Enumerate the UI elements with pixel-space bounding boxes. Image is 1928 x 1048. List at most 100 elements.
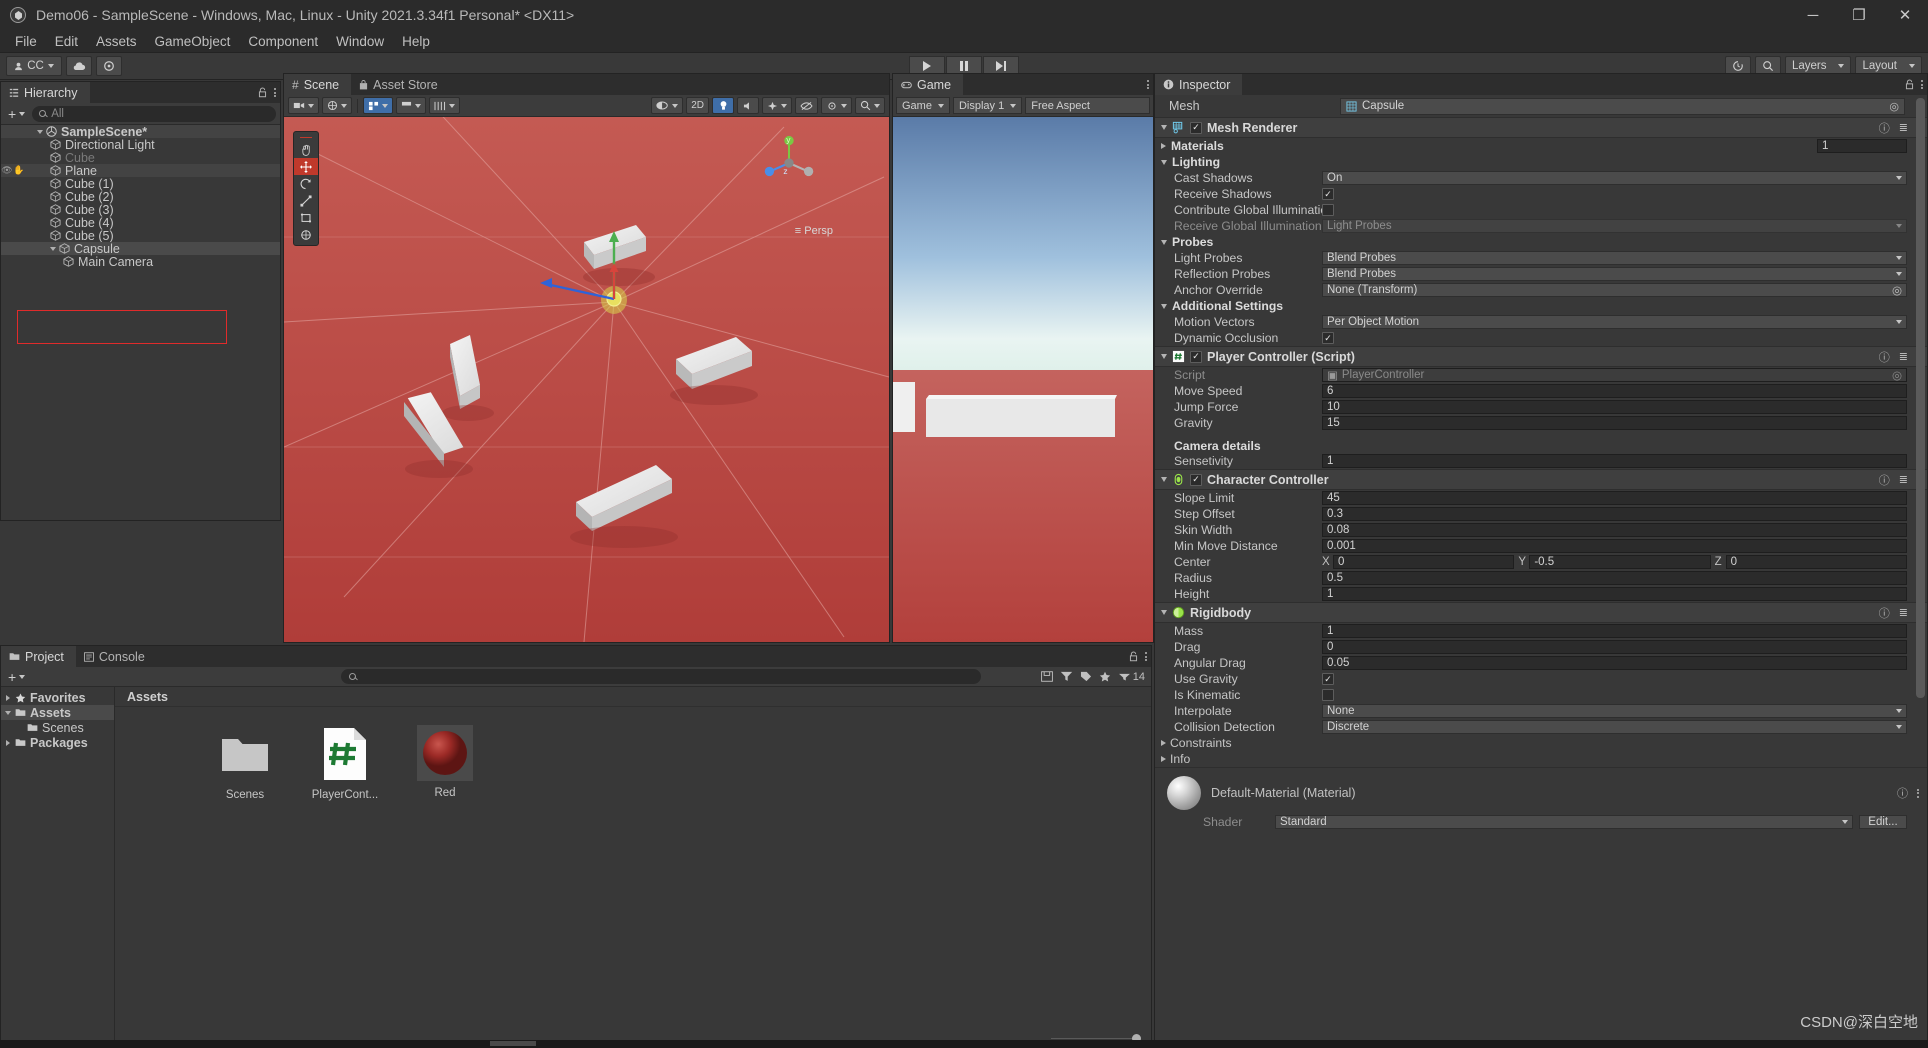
- inspector-group-lighting[interactable]: Lighting: [1155, 154, 1927, 170]
- inspector-row-radius[interactable]: Radius 0.5: [1155, 570, 1927, 586]
- preset-icon[interactable]: ≣: [1899, 473, 1908, 486]
- checkbox[interactable]: ✓: [1322, 332, 1334, 344]
- property-value[interactable]: 1: [1322, 624, 1907, 638]
- foldout-arrow-icon[interactable]: [1161, 143, 1166, 149]
- hierarchy-item-cube-5[interactable]: Cube (5): [1, 229, 280, 243]
- property-value[interactable]: Blend Probes: [1322, 251, 1907, 265]
- checkbox[interactable]: ✓: [1322, 673, 1334, 685]
- checkbox[interactable]: ✓: [1322, 689, 1334, 701]
- menu-edit[interactable]: Edit: [46, 32, 87, 51]
- tab-game[interactable]: Game: [893, 74, 964, 95]
- scale-tool-button[interactable]: [294, 192, 318, 209]
- account-button[interactable]: CC: [6, 56, 62, 76]
- property-value[interactable]: 0.3: [1322, 507, 1907, 521]
- tab-console[interactable]: Console: [75, 646, 157, 667]
- property-value[interactable]: ✓: [1322, 672, 1907, 686]
- tab-hierarchy[interactable]: Hierarchy: [1, 82, 90, 103]
- preset-icon[interactable]: ≣: [1899, 350, 1908, 363]
- property-value[interactable]: On: [1322, 171, 1907, 185]
- scene-gizmos-dropdown[interactable]: [821, 97, 852, 114]
- inspector-row-use-gravity[interactable]: Use Gravity ✓: [1155, 671, 1927, 687]
- maximize-button[interactable]: ❐: [1836, 0, 1882, 30]
- chevron-down-icon[interactable]: [37, 129, 43, 134]
- foldout-arrow-icon[interactable]: [1161, 756, 1166, 762]
- property-value[interactable]: 15: [1322, 416, 1907, 430]
- inspector-row-drag[interactable]: Drag 0: [1155, 639, 1927, 655]
- preset-icon[interactable]: ≣: [1899, 606, 1908, 619]
- scene-lighting-button[interactable]: [322, 97, 352, 114]
- tools-handle[interactable]: [294, 134, 318, 141]
- inspector-row-move-speed[interactable]: Move Speed 6: [1155, 383, 1927, 399]
- inspector-row-receive-global-illumination[interactable]: Receive Global Illumination Light Probes: [1155, 218, 1927, 234]
- vector-component[interactable]: Z0: [1715, 555, 1907, 569]
- tab-project[interactable]: Project: [1, 646, 76, 667]
- component-header-mesh-renderer[interactable]: ✓ Mesh Renderer ⓘ ≣: [1155, 117, 1927, 138]
- settings-button[interactable]: [96, 56, 122, 76]
- scrollbar-thumb[interactable]: [1916, 98, 1925, 698]
- scene-viewport[interactable]: z y ≡ Persp: [284, 117, 889, 642]
- component-header-player-controller-script[interactable]: ✓ Player Controller (Script) ⓘ ≣: [1155, 346, 1927, 367]
- inspector-menu-icon[interactable]: [1921, 80, 1923, 89]
- save-search-icon[interactable]: [1040, 671, 1053, 682]
- minimize-button[interactable]: ─: [1790, 0, 1836, 30]
- object-picker-icon[interactable]: ◎: [1889, 100, 1899, 113]
- project-tree-item-scenes[interactable]: Scenes: [1, 720, 114, 735]
- shader-dropdown[interactable]: Standard: [1275, 815, 1853, 829]
- asset-item-red-material[interactable]: Red: [409, 725, 481, 801]
- hierarchy-item-cube[interactable]: Cube: [1, 151, 280, 165]
- menu-assets[interactable]: Assets: [87, 32, 146, 51]
- inspector-row-collision-detection[interactable]: Collision Detection Discrete: [1155, 719, 1927, 735]
- checkbox[interactable]: ✓: [1322, 204, 1334, 216]
- foldout-arrow-icon[interactable]: [1161, 477, 1167, 482]
- menu-help[interactable]: Help: [393, 32, 439, 51]
- visibility-toggle-icon[interactable]: 👁: [1, 165, 13, 176]
- cloud-button[interactable]: [66, 56, 92, 76]
- tab-asset-store[interactable]: Asset Store: [351, 74, 450, 95]
- inspector-row-step-offset[interactable]: Step Offset 0.3: [1155, 506, 1927, 522]
- expand-arrow-icon[interactable]: [4, 694, 15, 701]
- game-display-dropdown[interactable]: Display 1: [952, 97, 1023, 114]
- material-header[interactable]: Default-Material (Material) ⓘ: [1155, 776, 1927, 810]
- inspector-group-additional-settings[interactable]: Additional Settings: [1155, 298, 1927, 314]
- component-enable-checkbox[interactable]: ✓: [1190, 121, 1202, 134]
- game-aspect-dropdown[interactable]: Free Aspect: [1025, 97, 1150, 114]
- tab-scene[interactable]: # Scene: [284, 74, 352, 95]
- inspector-row-contribute-global-illumination[interactable]: Contribute Global Illumination✓: [1155, 202, 1927, 218]
- scene-shading-dropdown[interactable]: [651, 97, 684, 114]
- rotate-tool-button[interactable]: [294, 175, 318, 192]
- chevron-down-icon[interactable]: [50, 246, 56, 251]
- inspector-row-dynamic-occlusion[interactable]: Dynamic Occlusion ✓: [1155, 330, 1927, 346]
- vector-value[interactable]: -0.5: [1529, 555, 1711, 569]
- inspector-row-min-move-distance[interactable]: Min Move Distance 0.001: [1155, 538, 1927, 554]
- scene-camera-button[interactable]: [288, 97, 319, 114]
- inspector-row-constraints[interactable]: Constraints: [1155, 735, 1927, 751]
- project-create-button[interactable]: +: [5, 669, 28, 685]
- hierarchy-item-cube-1[interactable]: Cube (1): [1, 177, 280, 191]
- property-value[interactable]: ✓: [1322, 331, 1907, 345]
- vector-value[interactable]: 0: [1725, 555, 1907, 569]
- scene-tool-pivot-button[interactable]: [363, 97, 393, 114]
- inspector-row-reflection-probes[interactable]: Reflection Probes Blend Probes: [1155, 266, 1927, 282]
- menu-file[interactable]: File: [6, 32, 46, 51]
- property-value[interactable]: ✓: [1322, 203, 1907, 217]
- vector-component[interactable]: X0: [1322, 555, 1515, 569]
- create-object-button[interactable]: +: [5, 106, 28, 122]
- inspector-row-is-kinematic[interactable]: Is Kinematic ✓: [1155, 687, 1927, 703]
- hierarchy-menu-icon[interactable]: [274, 88, 276, 97]
- project-tree-item-packages[interactable]: Packages: [1, 735, 114, 750]
- hierarchy-item-samplescene[interactable]: SampleScene*: [1, 125, 280, 139]
- foldout-arrow-icon[interactable]: [1161, 740, 1166, 746]
- property-value[interactable]: 1: [1817, 139, 1907, 153]
- inspector-group-probes[interactable]: Probes: [1155, 234, 1927, 250]
- scene-hidden-toggle[interactable]: [795, 97, 818, 114]
- property-value[interactable]: 6: [1322, 384, 1907, 398]
- foldout-arrow-icon[interactable]: [1161, 125, 1167, 130]
- scene-tool-center-button[interactable]: [396, 97, 426, 114]
- inspector-row-receive-shadows[interactable]: Receive Shadows ✓: [1155, 186, 1927, 202]
- scene-projection-label[interactable]: ≡ Persp: [795, 225, 833, 237]
- scene-2d-toggle[interactable]: 2D: [686, 97, 709, 114]
- property-value[interactable]: 1: [1322, 587, 1907, 601]
- tab-inspector[interactable]: Inspector: [1155, 74, 1243, 95]
- inspector-row-script[interactable]: Script ▣ PlayerController ◎: [1155, 367, 1927, 383]
- property-value[interactable]: 0: [1322, 640, 1907, 654]
